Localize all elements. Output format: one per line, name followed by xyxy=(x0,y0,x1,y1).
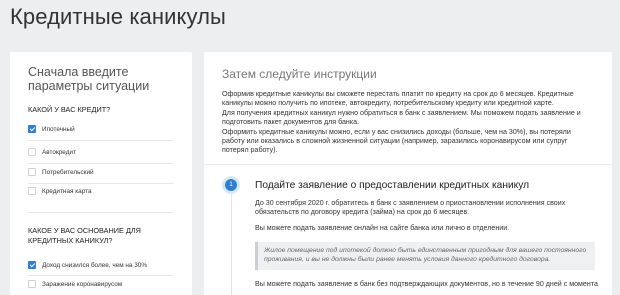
step-number-badge: 1 xyxy=(222,176,240,194)
step-text: До 30 сентября 2020 г. обратитесь в банк… xyxy=(255,199,566,217)
checkbox-coronavirus[interactable] xyxy=(28,280,36,288)
checkbox-income-drop[interactable] xyxy=(28,261,36,269)
divider xyxy=(204,164,612,165)
parameters-panel: Сначала введите параметры ситуации КАКОЙ… xyxy=(10,52,192,295)
divider xyxy=(28,163,174,164)
checkbox-credit-card[interactable] xyxy=(28,187,36,195)
instructions-heading: Затем следуйте инструкции xyxy=(222,67,377,81)
basis-question: КАКОЕ У ВАС ОСНОВАНИЕ ДЛЯ КРЕДИТНЫХ КАНИ… xyxy=(28,226,141,245)
section-divider xyxy=(28,212,174,213)
page-title: Кредитные каникулы xyxy=(10,4,226,29)
step-note: Жилое помещение под ипотекой должно быть… xyxy=(255,242,595,270)
option-label: Доход снизился более, чем на 30% xyxy=(42,261,148,269)
step-text: Вы можете подать заявление онлайн на сай… xyxy=(255,224,510,232)
parameters-heading: Сначала введите параметры ситуации xyxy=(28,65,150,93)
option-credit-card[interactable]: Кредитная карта xyxy=(28,186,92,196)
step-title: Подайте заявление о предоставлении креди… xyxy=(255,180,530,191)
intro-paragraph: Оформив кредитные каникулы вы сможете пе… xyxy=(222,90,574,108)
option-label: Заражение коронавирусом xyxy=(42,280,123,288)
intro-paragraph: Для получения кредитных каникул нужно об… xyxy=(222,108,581,127)
option-label: Кредитная карта xyxy=(42,187,92,195)
divider xyxy=(28,183,174,184)
step-timeline-line xyxy=(231,192,232,295)
option-autocredit[interactable]: Автокредит xyxy=(28,147,76,157)
credit-type-question: КАКОЙ У ВАС КРЕДИТ? xyxy=(28,105,111,114)
divider xyxy=(28,275,174,276)
intro-paragraph: Оформить кредитные каникулы можно, если … xyxy=(222,127,571,155)
divider xyxy=(28,140,174,141)
option-label: Автокредит xyxy=(42,148,76,156)
option-income-drop[interactable]: Доход снизился более, чем на 30% xyxy=(28,260,147,270)
step-number: 1 xyxy=(225,179,237,191)
instructions-panel: Затем следуйте инструкции Оформив кредит… xyxy=(204,52,612,295)
option-label: Ипотечный xyxy=(42,125,75,133)
step-text: Вы можете подать заявление в банк без по… xyxy=(255,280,598,288)
checkbox-consumer[interactable] xyxy=(28,168,36,176)
option-consumer[interactable]: Потребительский xyxy=(28,167,94,177)
option-coronavirus[interactable]: Заражение коронавирусом xyxy=(28,279,122,289)
intro-text: Оформив кредитные каникулы вы сможете пе… xyxy=(222,90,594,156)
option-label: Потребительский xyxy=(42,168,94,176)
checkbox-autocredit[interactable] xyxy=(28,148,36,156)
checkbox-mortgage[interactable] xyxy=(28,125,36,133)
option-mortgage[interactable]: Ипотечный xyxy=(28,124,75,134)
